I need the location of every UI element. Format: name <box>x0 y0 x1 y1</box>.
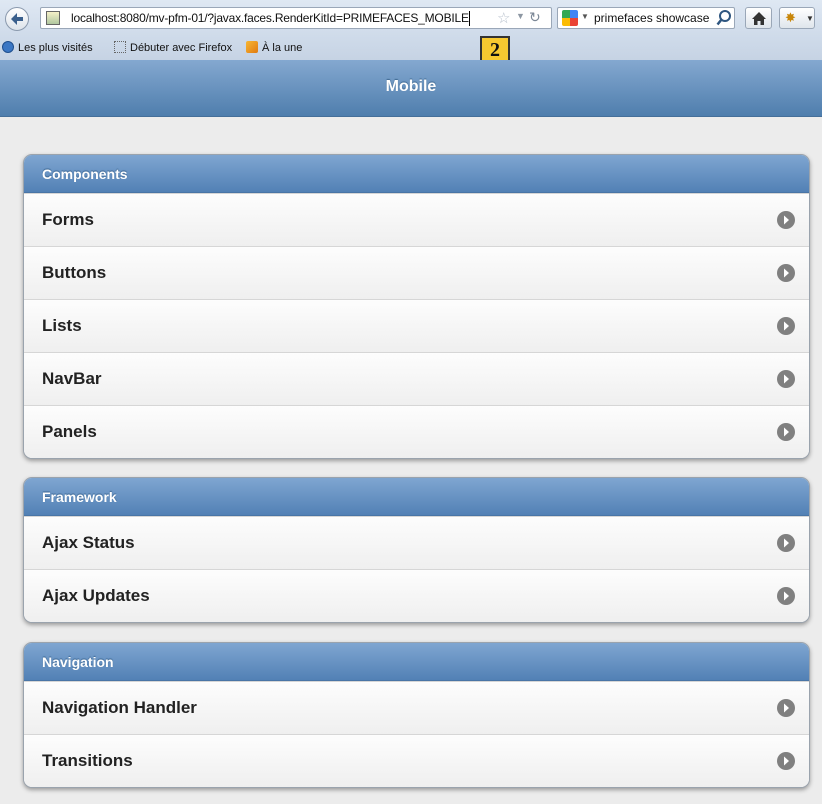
group-navigation: Navigation Navigation Handler Transition… <box>23 642 810 788</box>
chevron-right-icon <box>777 370 795 388</box>
list-item-label: Ajax Updates <box>42 586 150 605</box>
group-header: Framework <box>24 478 809 516</box>
group-header: Navigation <box>24 643 809 681</box>
list-item-ajax-status[interactable]: Ajax Status <box>24 516 809 569</box>
bookmark-latest-headlines[interactable]: À la une <box>246 41 302 54</box>
magnifier-icon[interactable] <box>716 9 732 32</box>
list-item-navigation-handler[interactable]: Navigation Handler <box>24 681 809 734</box>
list-item-lists[interactable]: Lists <box>24 299 809 352</box>
firebug-button[interactable]: ✸ ▼ <box>779 7 815 29</box>
home-icon <box>752 12 766 25</box>
group-framework: Framework Ajax Status Ajax Updates <box>23 477 810 623</box>
list-item-label: Panels <box>42 422 97 441</box>
chevron-right-icon <box>777 752 795 770</box>
list-item-forms[interactable]: Forms <box>24 193 809 246</box>
list-item-navbar[interactable]: NavBar <box>24 352 809 405</box>
list-item-label: Navigation Handler <box>42 698 197 717</box>
chevron-right-icon <box>777 317 795 335</box>
list-item-label: Buttons <box>42 263 107 282</box>
list-item-label: Forms <box>42 210 94 229</box>
chevron-right-icon <box>777 699 795 717</box>
group-header: Components <box>24 155 809 193</box>
bookmark-most-visited[interactable]: Les plus visités <box>2 41 93 54</box>
page-icon <box>114 41 126 53</box>
search-engine-icon[interactable] <box>562 10 578 26</box>
chevron-right-icon <box>777 423 795 441</box>
address-bar[interactable]: localhost:8080/mv-pfm-01/?javax.faces.Re… <box>40 7 552 29</box>
globe-icon <box>2 41 14 53</box>
page-favicon-icon <box>46 11 60 25</box>
chevron-right-icon <box>777 211 795 229</box>
url-text: localhost:8080/mv-pfm-01/?javax.faces.Re… <box>71 11 469 25</box>
chevron-right-icon <box>777 534 795 552</box>
list-item-label: Ajax Status <box>42 533 135 552</box>
chevron-down-icon: ▼ <box>806 14 814 23</box>
rss-feed-icon <box>246 41 258 53</box>
list-item-panels[interactable]: Panels <box>24 405 809 458</box>
engine-dropdown-icon[interactable]: ▼ <box>581 12 589 21</box>
bookmark-label: À la une <box>262 42 303 54</box>
back-arrow-icon <box>11 13 23 25</box>
page-header: Mobile <box>0 60 822 117</box>
list-item-label: Transitions <box>42 751 133 770</box>
chevron-right-icon <box>777 264 795 282</box>
chevron-right-icon <box>777 587 795 605</box>
bookmark-star-icon[interactable]: ☆ <box>497 9 510 27</box>
list-item-ajax-updates[interactable]: Ajax Updates <box>24 569 809 622</box>
page-title: Mobile <box>385 78 437 95</box>
reload-icon[interactable]: ↻ <box>529 9 541 26</box>
list-item-buttons[interactable]: Buttons <box>24 246 809 299</box>
history-dropdown-icon[interactable]: ▼ <box>516 11 525 21</box>
list-item-label: Lists <box>42 316 82 335</box>
bookmark-label: Débuter avec Firefox <box>130 42 233 54</box>
list-item-transitions[interactable]: Transitions <box>24 734 809 787</box>
browser-toolbar: localhost:8080/mv-pfm-01/?javax.faces.Re… <box>0 0 822 36</box>
firebug-icon: ✸ <box>785 10 796 25</box>
search-bar[interactable]: ▼ primefaces showcase <box>557 7 735 29</box>
home-button[interactable] <box>745 7 772 29</box>
group-components: Components Forms Buttons Lists NavBar Pa… <box>23 154 810 459</box>
bookmark-label: Les plus visités <box>18 42 93 54</box>
back-button[interactable] <box>5 7 29 31</box>
bookmarks-toolbar: Les plus visités Débuter avec Firefox À … <box>0 36 822 60</box>
text-caret <box>469 11 470 26</box>
bookmark-getting-started[interactable]: Débuter avec Firefox <box>114 41 232 54</box>
search-query: primefaces showcase <box>594 11 710 25</box>
list-item-label: NavBar <box>42 369 102 388</box>
